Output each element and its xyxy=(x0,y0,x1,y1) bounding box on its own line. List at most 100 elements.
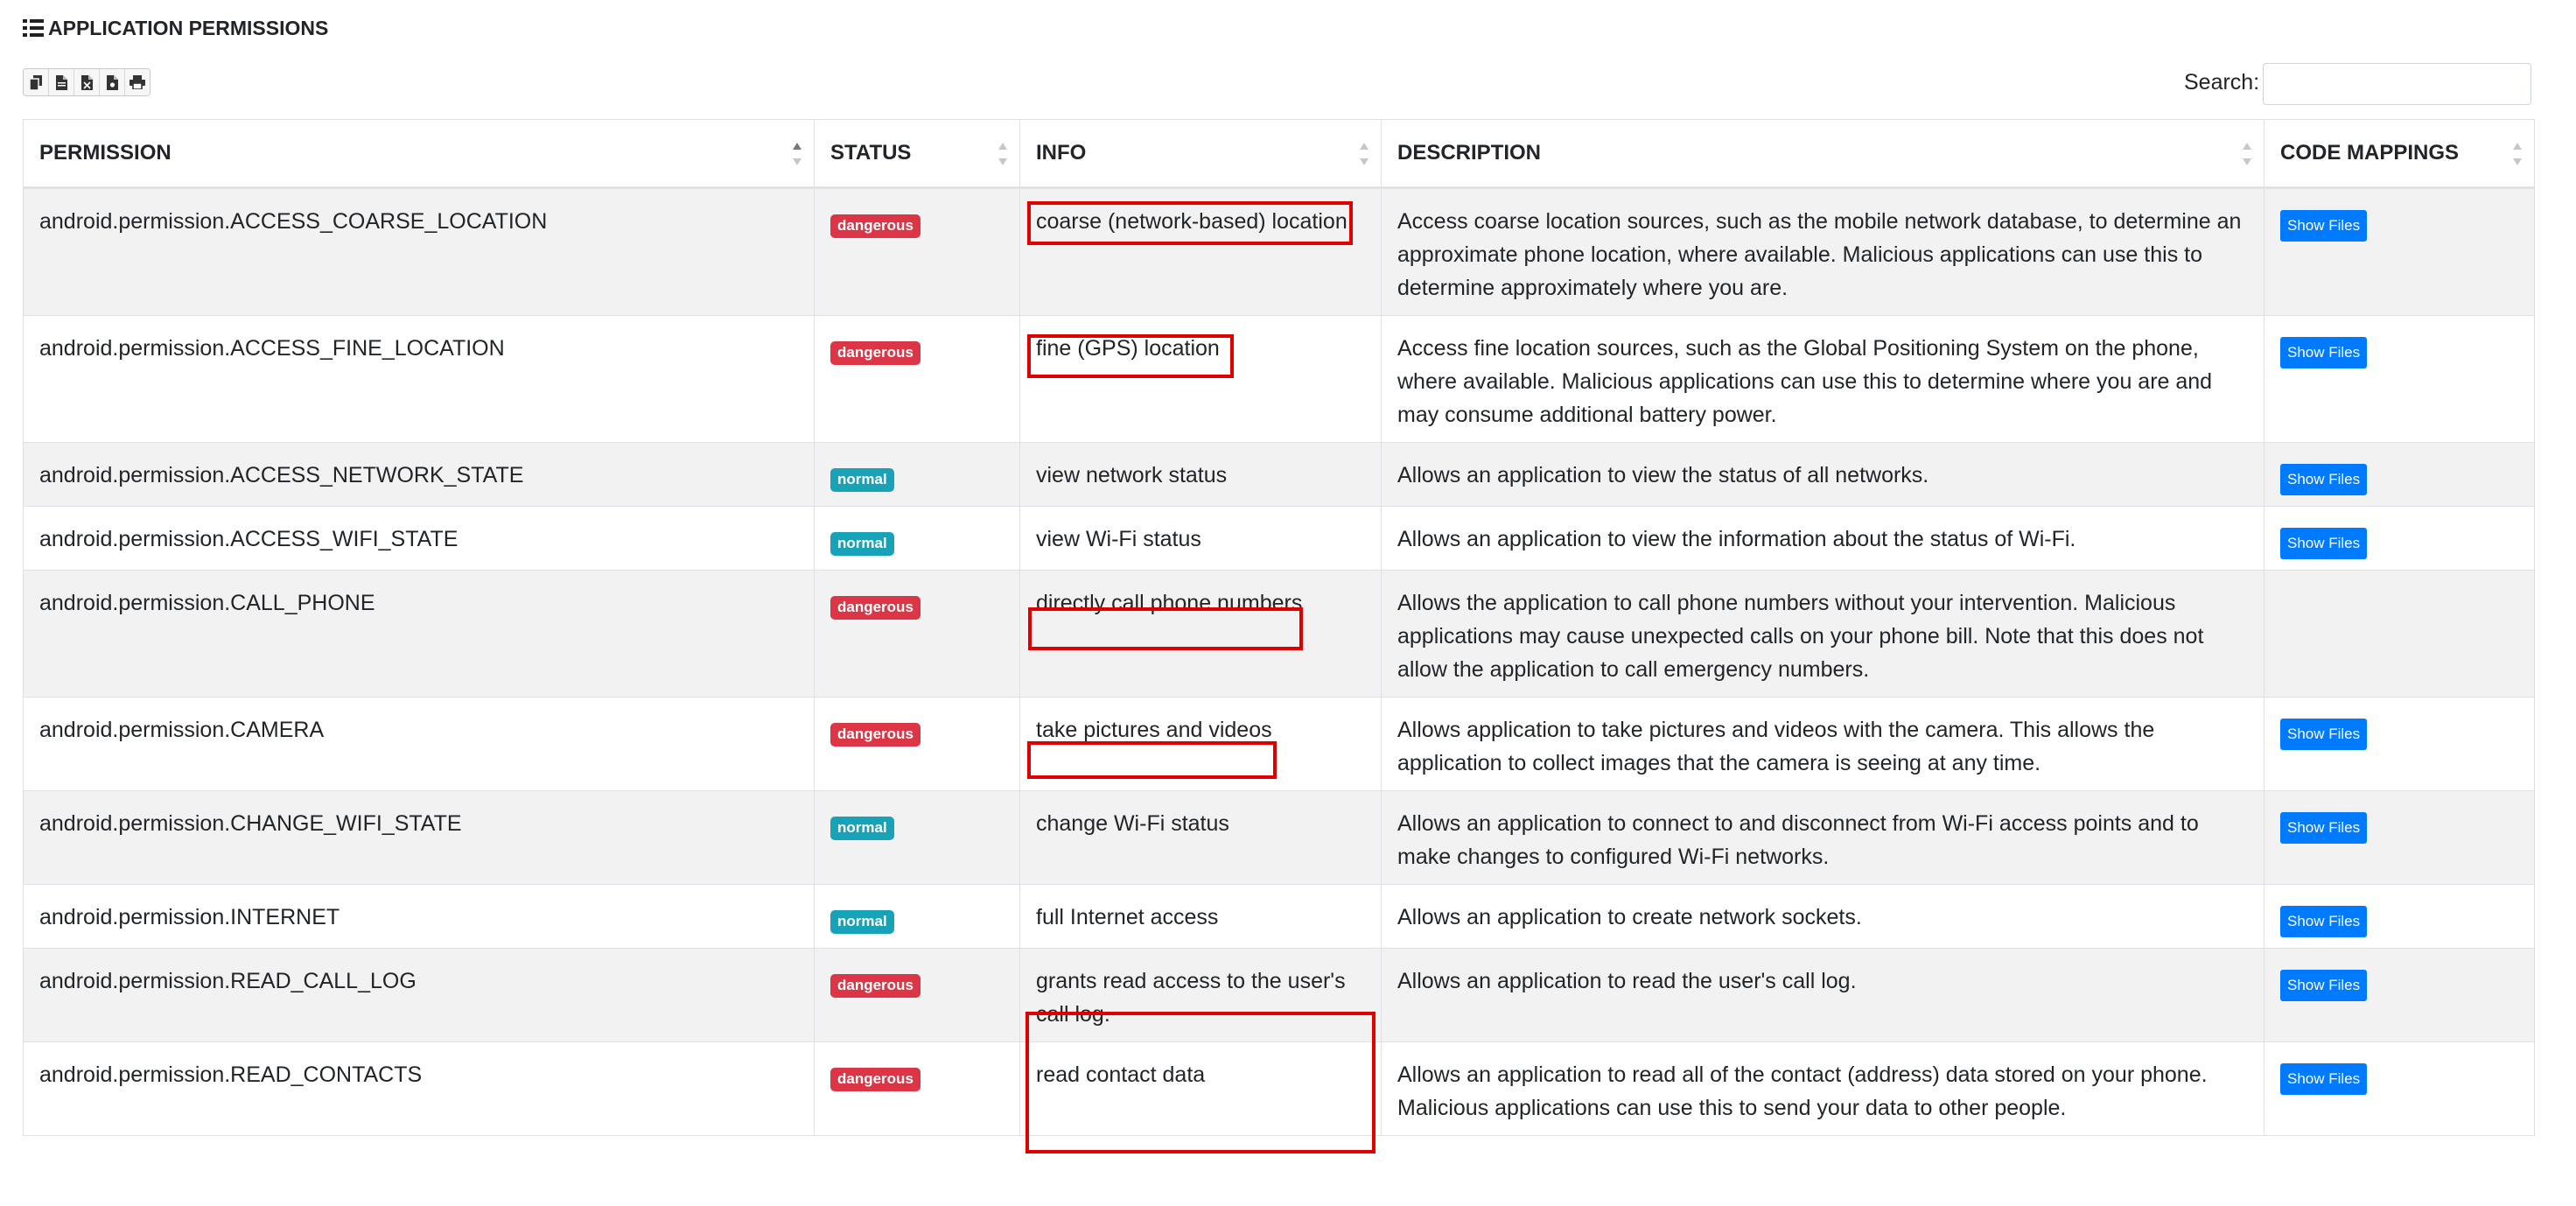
code-mappings-cell: Show Files xyxy=(2264,442,2535,507)
info-cell: fine (GPS) location xyxy=(1019,315,1382,443)
show-files-button[interactable]: Show Files xyxy=(2280,210,2368,242)
table-row: android.permission.ACCESS_WIFI_STATE norm… xyxy=(23,506,2535,571)
table-row: android.permission.READ_CALL_LOG dangerou… xyxy=(23,948,2535,1042)
status-cell: dangerous xyxy=(814,187,1020,316)
sort-icon xyxy=(2243,143,2251,165)
permission-name: android.permission.CHANGE_WIFI_STATE xyxy=(39,811,462,836)
description-cell: Allows application to take pictures and … xyxy=(1381,697,2264,791)
column-header-label: PERMISSION xyxy=(39,141,172,165)
status-badge: dangerous xyxy=(830,973,920,998)
table-row: android.permission.ACCESS_FINE_LOCATION d… xyxy=(23,315,2535,443)
code-mappings-cell: Show Files xyxy=(2264,1041,2535,1136)
info-text: change Wi-Fi status xyxy=(1036,811,1229,836)
print-icon xyxy=(130,75,145,89)
code-mappings-cell: Show Files xyxy=(2264,506,2535,571)
status-badge: normal xyxy=(830,467,894,492)
copy-icon xyxy=(30,74,42,90)
copy-button[interactable] xyxy=(24,69,49,95)
code-mappings-cell: Show Files xyxy=(2264,884,2535,949)
show-files-button[interactable]: Show Files xyxy=(2280,528,2368,559)
card-title: APPLICATION PERMISSIONS xyxy=(23,12,328,44)
table-row: android.permission.INTERNET normal full In… xyxy=(23,884,2535,949)
status-badge: normal xyxy=(830,909,894,934)
description-text: Access fine location sources, such as th… xyxy=(1397,336,2213,427)
show-files-button[interactable]: Show Files xyxy=(2280,1063,2368,1095)
permission-name: android.permission.CAMERA xyxy=(39,718,325,742)
column-header-label: CODE MAPPINGS xyxy=(2280,141,2460,165)
show-files-button[interactable]: Show Files xyxy=(2280,812,2368,844)
description-cell: Allows an application to create network … xyxy=(1381,884,2264,949)
show-files-button[interactable]: Show Files xyxy=(2280,906,2368,937)
description-cell: Allows an application to view the status… xyxy=(1381,442,2264,507)
pdf-icon xyxy=(106,74,118,90)
description-text: Allows an application to read all of the… xyxy=(1397,1062,2208,1120)
description-text: Allows an application to read the user's… xyxy=(1397,969,1857,993)
code-mappings-cell: Show Files xyxy=(2264,187,2535,316)
status-cell: dangerous xyxy=(814,697,1020,791)
print-button[interactable] xyxy=(125,69,150,95)
status-badge: dangerous xyxy=(830,595,920,620)
column-header-code-mappings[interactable]: CODE MAPPINGS xyxy=(2264,119,2535,189)
info-cell: full Internet access xyxy=(1019,884,1382,949)
description-text: Allows the application to call phone num… xyxy=(1397,591,2204,682)
show-files-button[interactable]: Show Files xyxy=(2280,464,2368,495)
column-header-label: STATUS xyxy=(830,141,912,165)
status-badge: dangerous xyxy=(830,340,920,365)
show-files-button[interactable]: Show Files xyxy=(2280,970,2368,1001)
permission-name: android.permission.ACCESS_WIFI_STATE xyxy=(39,527,458,551)
status-badge: normal xyxy=(830,816,894,840)
pdf-button[interactable] xyxy=(100,69,125,95)
info-text: directly call phone numbers xyxy=(1036,591,1303,615)
info-cell: coarse (network-based) location xyxy=(1019,187,1382,316)
status-badge: normal xyxy=(830,531,894,556)
sort-icon xyxy=(998,143,1007,165)
column-header-status[interactable]: STATUS xyxy=(814,119,1020,189)
status-badge: dangerous xyxy=(830,722,920,747)
status-badge: dangerous xyxy=(830,1067,920,1091)
description-cell: Allows an application to read all of the… xyxy=(1381,1041,2264,1136)
description-text: Allows an application to view the inform… xyxy=(1397,527,2076,551)
csv-icon xyxy=(55,74,67,90)
excel-button[interactable] xyxy=(74,69,100,95)
column-header-description[interactable]: DESCRIPTION xyxy=(1381,119,2264,189)
column-header-label: DESCRIPTION xyxy=(1397,141,1542,165)
status-cell: normal xyxy=(814,884,1020,949)
description-cell: Allows the application to call phone num… xyxy=(1381,570,2264,698)
show-files-button[interactable]: Show Files xyxy=(2280,719,2368,750)
permission-name: android.permission.ACCESS_COARSE_LOCATIO… xyxy=(39,209,548,234)
permission-cell: android.permission.ACCESS_WIFI_STATE xyxy=(23,506,815,571)
permissions-table: PERMISSION STATUS INFO DESCRIPTION CODE … xyxy=(23,119,2535,1136)
permission-cell: android.permission.READ_CONTACTS xyxy=(23,1041,815,1136)
table-row: android.permission.CHANGE_WIFI_STATE norm… xyxy=(23,790,2535,885)
info-text: coarse (network-based) location xyxy=(1036,209,1348,234)
show-files-button[interactable]: Show Files xyxy=(2280,337,2368,368)
status-cell: normal xyxy=(814,442,1020,507)
permission-name: android.permission.ACCESS_FINE_LOCATION xyxy=(39,336,505,361)
info-text: grants read access to the user's call lo… xyxy=(1036,969,1346,1027)
csv-button[interactable] xyxy=(49,69,74,95)
info-cell: grants read access to the user's call lo… xyxy=(1019,948,1382,1042)
code-mappings-cell: Show Files xyxy=(2264,315,2535,443)
column-header-info[interactable]: INFO xyxy=(1019,119,1382,189)
search-label: Search: xyxy=(2184,70,2260,95)
table-row: android.permission.ACCESS_COARSE_LOCATIO… xyxy=(23,187,2535,316)
info-text: take pictures and videos xyxy=(1036,718,1272,742)
description-text: Allows application to take pictures and … xyxy=(1397,718,2155,775)
permission-cell: android.permission.READ_CALL_LOG xyxy=(23,948,815,1042)
info-text: fine (GPS) location xyxy=(1036,336,1220,361)
info-cell: change Wi-Fi status xyxy=(1019,790,1382,885)
permission-cell: android.permission.ACCESS_FINE_LOCATION xyxy=(23,315,815,443)
excel-icon xyxy=(80,74,93,90)
description-cell: Allows an application to connect to and … xyxy=(1381,790,2264,885)
code-mappings-cell: Show Files xyxy=(2264,697,2535,791)
search-input[interactable] xyxy=(2263,63,2531,105)
table-row: android.permission.CALL_PHONE dangerous di… xyxy=(23,570,2535,698)
permission-cell: android.permission.CALL_PHONE xyxy=(23,570,815,698)
info-text: view Wi-Fi status xyxy=(1036,527,1201,551)
permission-cell: android.permission.ACCESS_NETWORK_STATE xyxy=(23,442,815,507)
info-cell: take pictures and videos xyxy=(1019,697,1382,791)
sort-icon xyxy=(1360,143,1368,165)
status-cell: normal xyxy=(814,790,1020,885)
description-cell: Access coarse location sources, such as … xyxy=(1381,187,2264,316)
column-header-permission[interactable]: PERMISSION xyxy=(23,119,815,189)
